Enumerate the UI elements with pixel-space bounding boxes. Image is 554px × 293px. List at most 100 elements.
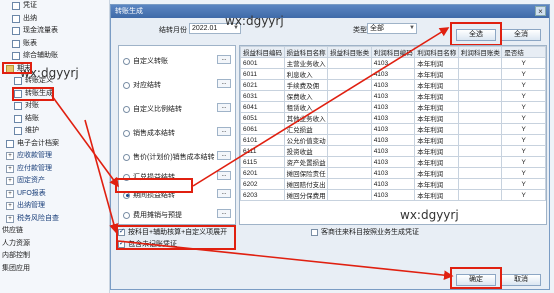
transfer-type-option[interactable]: 费用摊销与预提 <box>123 210 182 220</box>
option-detail-button[interactable]: ... <box>217 103 231 112</box>
nav-item[interactable]: 集团应用 <box>0 263 109 276</box>
transfer-type-panel: 自定义转账... 对应结转... 自定义比例结转... 销售成本结转... 售价(计划价… <box>118 45 236 225</box>
transfer-type-option[interactable]: 销售成本结转 <box>123 128 175 138</box>
table-row[interactable]: 6203 摊回分保费用 4103 本年利润 Y <box>240 189 546 201</box>
column-header[interactable]: 利润科目账类 <box>457 46 503 58</box>
nav-item[interactable]: 综合辅助账 <box>0 50 109 63</box>
transfer-type-option[interactable]: 售价(计划价)销售成本结转 <box>123 152 215 162</box>
table-cell: Y <box>501 57 546 69</box>
column-header[interactable]: 利润科目名称 <box>414 46 459 58</box>
type-value: 全部 <box>370 25 384 32</box>
table-row[interactable]: 6001 主营业务收入 4103 本年利润 Y <box>240 57 546 69</box>
transfer-type-option[interactable]: 自定义比例结转 <box>123 104 182 114</box>
nav-item[interactable]: 账表 <box>0 38 109 51</box>
table-cell: 4103 <box>370 90 416 102</box>
external-voucher-checkbox[interactable]: 客商往来科目按照业务生成凭证 <box>311 227 419 237</box>
nav-item[interactable]: 内部控制 <box>0 250 109 263</box>
nav-item[interactable]: + 税务风险自查 <box>0 213 109 226</box>
nav-item[interactable]: 供应链 <box>0 225 109 238</box>
table-cell: 6051 <box>240 112 285 124</box>
table-cell <box>457 68 503 80</box>
table-row[interactable]: 6201 摊回保险责任 4103 本年利润 Y <box>240 167 546 179</box>
table-cell: 本年利润 <box>414 101 459 113</box>
radio-button[interactable] <box>123 57 130 65</box>
expand-icon: + <box>6 164 14 173</box>
nav-item-label: 综合辅助账 <box>23 52 58 59</box>
table-row[interactable]: 6031 保费收入 4103 本年利润 Y <box>240 90 546 102</box>
option-detail-button[interactable]: ... <box>217 151 231 160</box>
table-row[interactable]: 6011 利息收入 4103 本年利润 Y <box>240 68 546 80</box>
chevron-down-icon[interactable]: ▼ <box>409 24 415 33</box>
nav-item-label: 应收款管理 <box>17 152 52 159</box>
table-cell <box>457 145 503 157</box>
table-cell: 投资收益 <box>283 145 329 157</box>
table-row[interactable]: 6041 租赁收入 4103 本年利润 Y <box>240 101 546 113</box>
nav-item-label: 出纳 <box>23 14 37 22</box>
option-detail-button[interactable]: ... <box>217 171 231 180</box>
option-detail-button[interactable]: ... <box>217 79 231 88</box>
table-cell <box>327 156 372 168</box>
nav-item-label: 现金流量表 <box>23 27 58 34</box>
nav-item[interactable]: + 应收款管理 <box>0 150 109 163</box>
expand-icon: + <box>6 152 14 161</box>
table-row[interactable]: 6111 投资收益 4103 本年利润 Y <box>240 145 546 157</box>
transfer-type-option[interactable]: 自定义转账 <box>123 56 168 66</box>
type-select[interactable]: 全部 ▼ <box>367 23 417 34</box>
radio-button[interactable] <box>123 129 130 137</box>
deselect-all-button[interactable]: 全消 <box>501 29 541 41</box>
nav-item[interactable]: 维护 <box>0 125 109 138</box>
checkbox-box[interactable] <box>311 228 318 236</box>
nav-item[interactable]: + UFO报表 <box>0 188 109 201</box>
nav-item[interactable]: 结账 <box>0 113 109 126</box>
nav-item[interactable]: 出纳 <box>0 13 109 26</box>
table-cell: 4103 <box>370 134 416 146</box>
table-cell: 本年利润 <box>414 90 459 102</box>
table-row[interactable]: 6101 公允价值变动 4103 本年利润 Y <box>240 134 546 146</box>
option-label: 对应结转 <box>133 82 161 89</box>
option-detail-button[interactable]: ... <box>217 189 231 198</box>
table-cell: 本年利润 <box>414 178 459 190</box>
nav-item[interactable]: 人力资源 <box>0 238 109 251</box>
period-label: 结转月份 <box>159 27 187 34</box>
transfer-type-option[interactable]: 对应结转 <box>123 80 161 90</box>
nav-item[interactable]: + 应付款管理 <box>0 163 109 176</box>
nav-item[interactable]: 电子会计档案 <box>0 138 109 151</box>
table-cell: Y <box>501 178 546 190</box>
document-icon <box>14 127 22 136</box>
table-cell: 摊回保险责任 <box>283 167 329 179</box>
option-detail-button[interactable]: ... <box>217 55 231 64</box>
radio-button[interactable] <box>123 153 130 161</box>
cancel-button[interactable]: 取消 <box>501 274 541 286</box>
table-row[interactable]: 6061 汇兑损益 4103 本年利润 Y <box>240 123 546 135</box>
table-cell: 6115 <box>240 156 285 168</box>
table-cell: 4103 <box>370 178 416 190</box>
navigation-tree: 凭证 出纳 现金流量表 账表 综合辅助账 期末 转账定义 转账生成 对账 结账 维护 电子会计档案 + 应… <box>0 0 110 293</box>
close-icon[interactable]: × <box>535 6 546 16</box>
column-header[interactable]: 利润科目编码 <box>370 46 416 58</box>
table-cell: 公允价值变动 <box>283 134 329 146</box>
nav-item[interactable]: + 固定资产 <box>0 175 109 188</box>
column-header[interactable]: 损益科目名称 <box>283 46 329 58</box>
option-detail-button[interactable]: ... <box>217 209 231 218</box>
radio-button[interactable] <box>123 211 130 219</box>
radio-button[interactable] <box>123 81 130 89</box>
nav-item[interactable]: 凭证 <box>0 0 109 13</box>
option-detail-button[interactable]: ... <box>217 127 231 136</box>
table-cell <box>327 145 372 157</box>
highlight-select-all <box>450 22 502 46</box>
table-row[interactable]: 6115 资产处置损益 4103 本年利润 Y <box>240 156 546 168</box>
table-cell: 本年利润 <box>414 57 459 69</box>
table-cell: 租赁收入 <box>283 101 329 113</box>
table-row[interactable]: 6051 其他业务收入 4103 本年利润 Y <box>240 112 546 124</box>
nav-item[interactable]: 对账 <box>0 100 109 113</box>
table-row[interactable]: 6202 摊回赔付支出 4103 本年利润 Y <box>240 178 546 190</box>
table-cell: 6001 <box>240 57 285 69</box>
radio-button[interactable] <box>123 105 130 113</box>
nav-item[interactable]: + 出纳管理 <box>0 200 109 213</box>
document-icon <box>12 39 20 48</box>
table-row[interactable]: 6021 手续费及佣 4103 本年利润 Y <box>240 79 546 91</box>
column-header[interactable]: 损益科目编码 <box>240 46 285 58</box>
column-header[interactable]: 损益科目账类 <box>327 46 372 58</box>
nav-item[interactable]: 现金流量表 <box>0 25 109 38</box>
column-header[interactable]: 是否结 <box>501 46 546 58</box>
